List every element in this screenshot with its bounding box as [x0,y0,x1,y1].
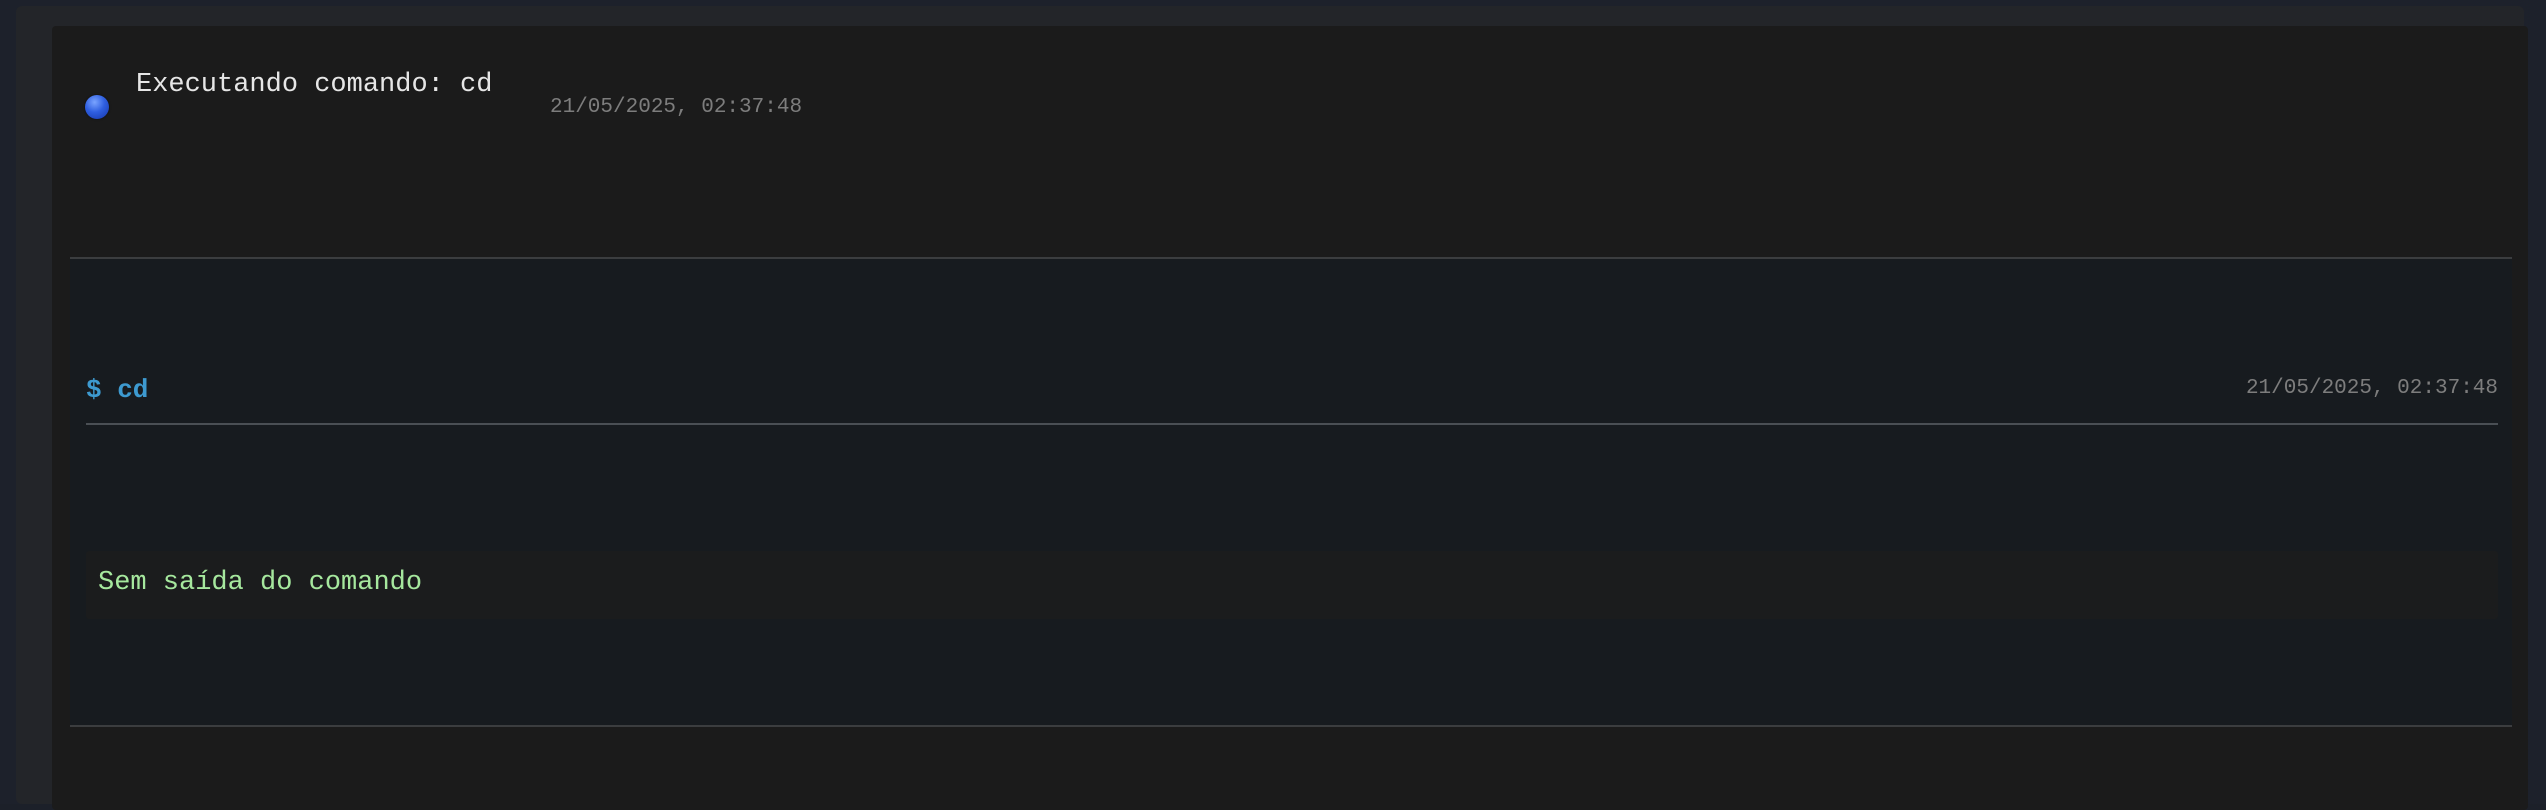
command-header-rule [86,423,2498,425]
log-panel: Executando comando: cd 21/05/2025, 02:37… [16,6,2528,810]
command-block: $ cd 21/05/2025, 02:37:48 Sem saída do c… [70,259,2512,725]
execution-card: Executando comando: cd 21/05/2025, 02:37… [52,26,2528,810]
command-timestamp: 21/05/2025, 02:37:48 [2245,377,2498,400]
status-row: Executando comando: cd 21/05/2025, 02:37… [52,26,2528,258]
status-dot-icon [85,95,109,119]
status-timestamp: 21/05/2025, 02:37:48 [550,96,803,119]
command-output: Sem saída do comando [86,551,2498,619]
status-title: Executando comando: cd [136,70,493,100]
command-prompt: $ cd [86,375,149,405]
command-output-text: Sem saída do comando [98,568,423,598]
divider [70,725,2512,727]
command-header: $ cd 21/05/2025, 02:37:48 [86,375,2498,415]
app-frame: Executando comando: cd 21/05/2025, 02:37… [0,0,2546,810]
